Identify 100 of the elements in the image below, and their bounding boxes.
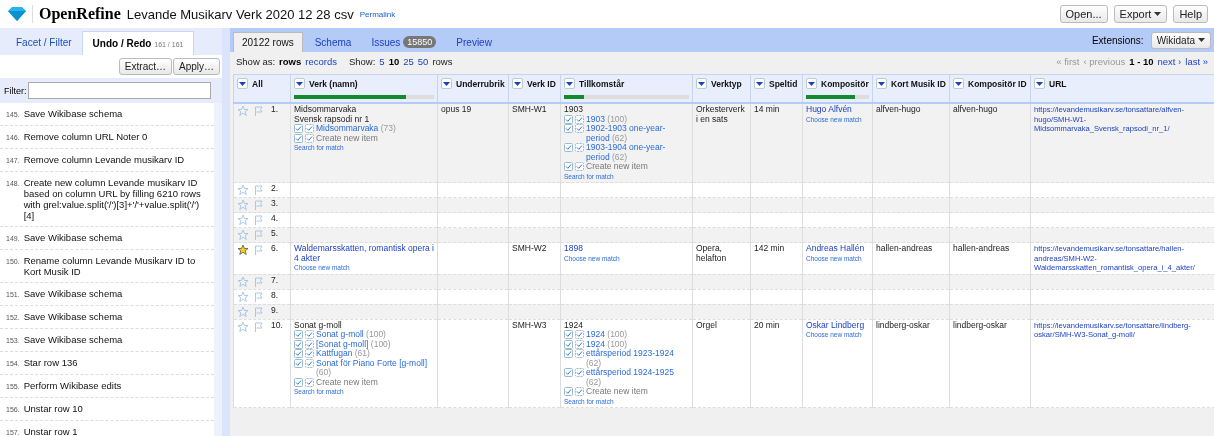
candidate-link[interactable]: [Sonat g-moll] (100) <box>316 339 391 349</box>
history-entry[interactable]: Perform Wikibase edits <box>23 380 122 392</box>
permalink-link[interactable]: Permalink <box>359 9 396 19</box>
column-menu-button[interactable] <box>953 78 964 89</box>
candidate-link[interactable]: Sonat g-moll (100) <box>316 330 386 340</box>
candidate-link[interactable]: ettårsperiod 1923-1924 (62) <box>586 349 689 368</box>
column-menu-button[interactable] <box>512 78 523 89</box>
dashed-check-icon[interactable] <box>575 162 584 171</box>
matched-entity-link[interactable]: Oskar Lindberg <box>806 320 869 330</box>
check-icon[interactable] <box>564 387 573 396</box>
dashed-check-icon[interactable] <box>575 124 584 133</box>
matched-entity-link[interactable]: Andreas Hallén <box>806 244 869 254</box>
flag-icon[interactable] <box>253 244 265 256</box>
history-entry[interactable]: Rename column Levande Musikarv ID to Kort Musik ID <box>23 255 208 277</box>
check-icon[interactable] <box>564 114 573 124</box>
column-menu-button[interactable] <box>876 78 887 89</box>
dashed-check-icon[interactable] <box>305 339 314 349</box>
column-menu-button[interactable] <box>696 78 707 89</box>
filter-field[interactable] <box>27 82 211 99</box>
star-icon[interactable] <box>237 214 249 226</box>
history-entry[interactable]: Remove column URL Noter 0 <box>23 131 148 143</box>
history-entry[interactable]: Save Wikibase schema <box>23 288 123 300</box>
column-menu-button[interactable] <box>564 78 575 89</box>
matched-entity-link[interactable]: Hugo Alfvén <box>806 105 869 115</box>
history-entry[interactable]: Save Wikibase schema <box>23 232 123 244</box>
star-icon[interactable] <box>237 105 249 117</box>
flag-icon[interactable] <box>253 214 265 226</box>
history-entry[interactable]: Star row 136 <box>23 357 78 369</box>
check-icon[interactable] <box>564 162 573 171</box>
flag-icon[interactable] <box>253 275 265 288</box>
flag-icon[interactable] <box>253 105 265 117</box>
check-icon[interactable] <box>294 133 303 143</box>
view-tab[interactable]: Preview <box>448 32 500 52</box>
dashed-check-icon[interactable] <box>575 330 584 339</box>
page-size-link[interactable]: 5 <box>379 55 385 67</box>
check-icon[interactable] <box>294 339 303 349</box>
create-new-item-link[interactable]: Create new item <box>316 377 378 387</box>
check-icon[interactable] <box>564 124 573 133</box>
flag-icon[interactable] <box>253 320 265 333</box>
candidate-link[interactable]: Kattfugan (61) <box>316 349 370 359</box>
history-action-button[interactable]: Extract… <box>118 58 172 75</box>
candidate-link[interactable]: 1903-1904 one-year-period (62) <box>586 143 689 162</box>
extensions-menu-button[interactable]: Wikidata <box>1150 31 1211 49</box>
create-new-item-link[interactable]: Create new item <box>586 162 648 172</box>
create-new-item-link[interactable]: Create new item <box>586 387 648 397</box>
flag-icon[interactable] <box>253 290 265 303</box>
history-action-button[interactable]: Apply… <box>173 58 220 75</box>
candidate-link[interactable]: Sonat för Piano Forte [g-moll] (60) <box>316 358 434 378</box>
history-entry[interactable]: Unstar row 10 <box>23 403 83 415</box>
flag-icon[interactable] <box>253 184 265 196</box>
toolbar-button[interactable]: Help <box>1173 5 1208 23</box>
dashed-check-icon[interactable] <box>575 387 584 396</box>
dashed-check-icon[interactable] <box>305 377 314 387</box>
check-icon[interactable] <box>564 339 573 349</box>
column-menu-button[interactable] <box>1034 78 1045 89</box>
view-mode-link[interactable]: records <box>305 55 337 67</box>
candidate-link[interactable]: 1924 (100) <box>586 330 628 340</box>
dashed-check-icon[interactable] <box>575 339 584 349</box>
dashed-check-icon[interactable] <box>575 349 584 358</box>
page-size-link[interactable]: 50 <box>417 55 429 67</box>
page-size-link[interactable]: 25 <box>403 55 414 67</box>
dashed-check-icon[interactable] <box>305 349 314 358</box>
star-icon[interactable] <box>237 244 249 256</box>
column-menu-button[interactable] <box>441 78 452 89</box>
check-icon[interactable] <box>564 368 573 377</box>
view-tab[interactable]: Issues 15850 <box>363 32 445 52</box>
dashed-check-icon[interactable] <box>575 368 584 377</box>
candidate-link[interactable]: ettårsperiod 1924-1925 (62) <box>586 368 689 387</box>
dashed-check-icon[interactable] <box>575 143 584 152</box>
dashed-check-icon[interactable] <box>305 330 314 339</box>
view-tab[interactable]: 20122 rows <box>233 32 303 52</box>
pager-link[interactable]: next › <box>1157 55 1182 67</box>
check-icon[interactable] <box>294 358 303 368</box>
check-icon[interactable] <box>294 124 303 133</box>
star-icon[interactable] <box>237 305 249 318</box>
star-icon[interactable] <box>237 320 249 333</box>
matched-entity-link[interactable]: Waldemarsskatten, romantisk opera i 4 akter <box>294 244 434 263</box>
dashed-check-icon[interactable] <box>305 133 314 143</box>
column-menu-button[interactable] <box>237 78 248 89</box>
check-icon[interactable] <box>564 143 573 152</box>
column-menu-button[interactable] <box>754 78 765 89</box>
check-icon[interactable] <box>564 330 573 339</box>
history-entry[interactable]: Save Wikibase schema <box>23 311 123 323</box>
history-entry[interactable]: Create new column Levande musikarv ID based on column URL by filling 6210 rows with grel:value.split('/')[3]+'/'+value.split('/')[4] <box>23 177 208 221</box>
candidate-link[interactable]: 1903 (100) <box>586 114 628 124</box>
toolbar-button[interactable]: Export <box>1113 5 1168 23</box>
column-menu-button[interactable] <box>294 78 305 89</box>
check-icon[interactable] <box>294 349 303 358</box>
column-menu-button[interactable] <box>806 78 817 89</box>
candidate-link[interactable]: 1924 (100) <box>586 339 628 349</box>
check-icon[interactable] <box>294 330 303 339</box>
history-entry[interactable]: Remove column Levande musikarv ID <box>23 154 185 166</box>
view-tab[interactable]: Schema <box>306 32 360 52</box>
star-icon[interactable] <box>237 290 249 303</box>
star-icon[interactable] <box>237 184 249 196</box>
history-entry[interactable]: Save Wikibase schema <box>23 108 123 120</box>
flag-icon[interactable] <box>253 229 265 241</box>
pager-link[interactable]: last » <box>1185 55 1208 67</box>
candidate-link[interactable]: Midsommarvaka (73) <box>316 124 396 134</box>
flag-icon[interactable] <box>253 199 265 211</box>
